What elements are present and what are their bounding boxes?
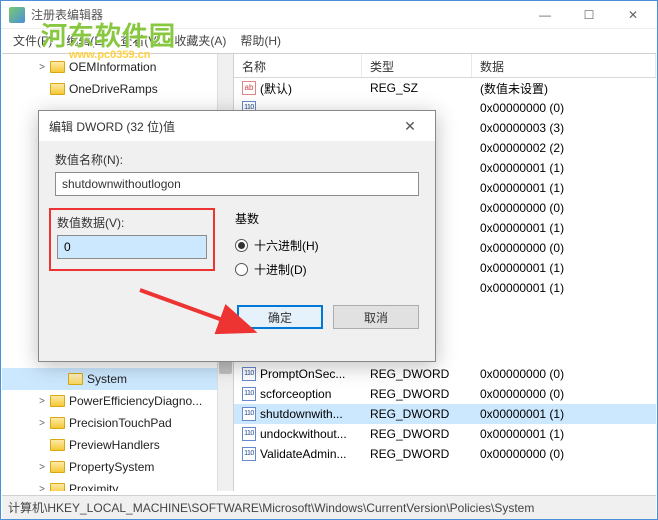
list-row[interactable]: ValidateAdmin...REG_DWORD0x00000000 (0)	[234, 444, 656, 464]
status-path: 计算机\HKEY_LOCAL_MACHINE\SOFTWARE\Microsof…	[8, 499, 534, 516]
list-row[interactable]: (默认)REG_SZ(数值未设置)	[234, 78, 656, 98]
value-name-input[interactable]	[55, 172, 419, 196]
radio-dec[interactable]: 十进制(D)	[235, 257, 319, 281]
tree-item[interactable]: >PrecisionTouchPad	[2, 412, 233, 434]
tree-item[interactable]: >PowerEfficiencyDiagno...	[2, 390, 233, 412]
dialog-title: 编辑 DWORD (32 位)值	[49, 118, 395, 135]
radio-hex[interactable]: 十六进制(H)	[235, 233, 319, 257]
menubar: 文件(F) 编辑(E) 查看(V) 收藏夹(A) 帮助(H)	[1, 29, 657, 51]
dialog-close-button[interactable]: ✕	[395, 111, 425, 141]
list-row[interactable]: shutdownwith...REG_DWORD0x00000001 (1)	[234, 404, 656, 424]
col-data[interactable]: 数据	[472, 54, 656, 77]
close-button[interactable]: ✕	[611, 1, 655, 29]
menu-favorites[interactable]: 收藏夹(A)	[168, 30, 232, 51]
radio-dec-label: 十进制(D)	[254, 261, 307, 278]
menu-file[interactable]: 文件(F)	[7, 30, 58, 51]
radio-hex-label: 十六进制(H)	[254, 237, 319, 254]
value-data-input[interactable]	[57, 235, 207, 259]
window-title: 注册表编辑器	[31, 6, 523, 23]
base-label: 基数	[235, 210, 319, 227]
list-row[interactable]: PromptOnSec...REG_DWORD0x00000000 (0)	[234, 364, 656, 384]
col-name[interactable]: 名称	[234, 54, 362, 77]
highlight-box: 数值数据(V):	[49, 208, 215, 271]
maximize-button[interactable]: ☐	[567, 1, 611, 29]
col-type[interactable]: 类型	[362, 54, 472, 77]
edit-dword-dialog: 编辑 DWORD (32 位)值 ✕ 数值名称(N): 数值数据(V): 基数 …	[38, 110, 436, 362]
cancel-button[interactable]: 取消	[333, 305, 419, 329]
app-icon	[9, 7, 25, 23]
tree-item[interactable]: >Proximity	[2, 478, 233, 491]
tree-item[interactable]: OneDriveRamps	[2, 78, 233, 100]
list-header: 名称 类型 数据	[234, 54, 656, 78]
menu-view[interactable]: 查看(V)	[114, 30, 166, 51]
list-row[interactable]: scforceoptionREG_DWORD0x00000000 (0)	[234, 384, 656, 404]
menu-help[interactable]: 帮助(H)	[234, 30, 287, 51]
base-group: 基数 十六进制(H) 十进制(D)	[235, 210, 319, 281]
list-row[interactable]: undockwithout...REG_DWORD0x00000001 (1)	[234, 424, 656, 444]
tree-item[interactable]: PreviewHandlers	[2, 434, 233, 456]
tree-item[interactable]: >PropertySystem	[2, 456, 233, 478]
statusbar: 计算机\HKEY_LOCAL_MACHINE\SOFTWARE\Microsof…	[2, 495, 656, 519]
radio-hex-dot[interactable]	[235, 239, 248, 252]
tree-item[interactable]: >OEMInformation	[2, 56, 233, 78]
menu-edit[interactable]: 编辑(E)	[60, 30, 112, 51]
dialog-titlebar: 编辑 DWORD (32 位)值 ✕	[39, 111, 435, 141]
value-data-label: 数值数据(V):	[57, 214, 207, 231]
radio-dec-dot[interactable]	[235, 263, 248, 276]
value-name-label: 数值名称(N):	[55, 151, 419, 168]
ok-button[interactable]: 确定	[237, 305, 323, 329]
minimize-button[interactable]: —	[523, 1, 567, 29]
tree-item[interactable]: System	[2, 368, 233, 390]
titlebar: 注册表编辑器 — ☐ ✕	[1, 1, 657, 29]
